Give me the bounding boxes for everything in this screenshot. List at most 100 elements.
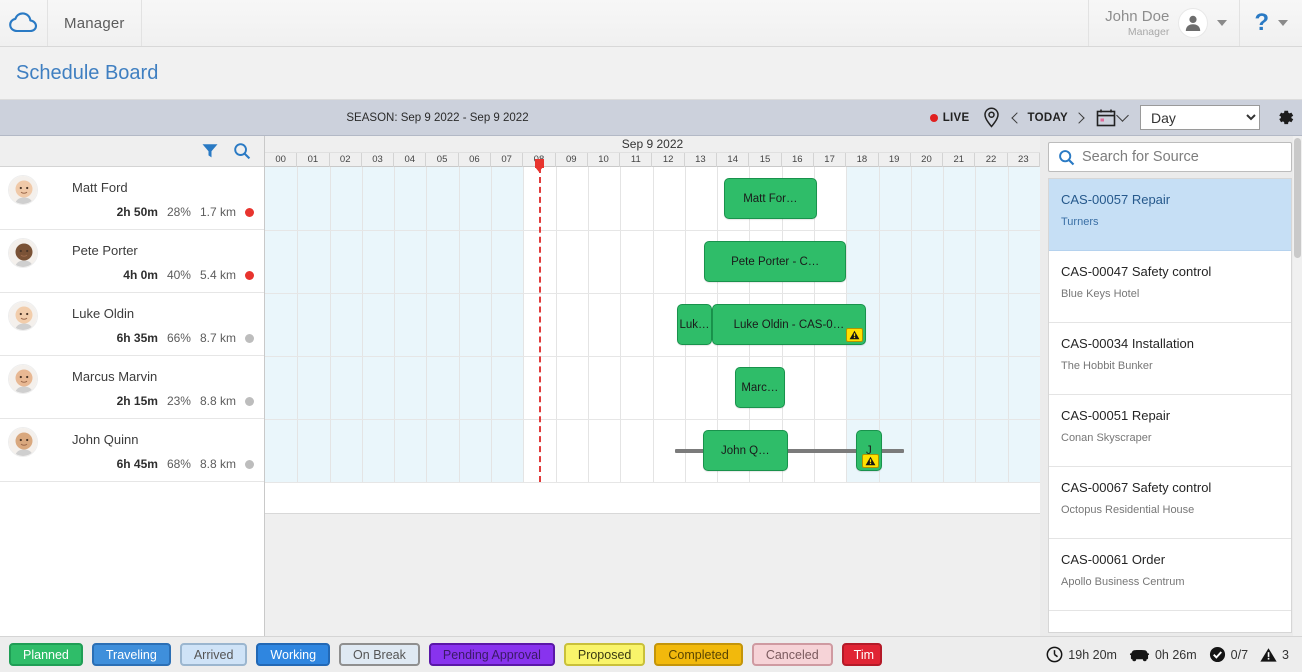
source-list-item[interactable]: CAS-00067 Safety controlOctopus Resident…	[1049, 467, 1291, 539]
timeline-gridline-vertical	[588, 167, 589, 482]
legend-chip[interactable]: Working	[256, 643, 330, 666]
avatar	[8, 238, 38, 268]
legend-chip-label: Proposed	[578, 648, 632, 662]
timeline-hour-label: 14	[717, 153, 749, 167]
source-scrollbar-thumb[interactable]	[1294, 138, 1301, 258]
car-icon	[1129, 647, 1150, 662]
legend-chip[interactable]: On Break	[339, 643, 420, 666]
status-legend-bar: Planned Traveling Arrived Working On Break Pe…	[0, 636, 1302, 672]
source-list-item[interactable]: CAS-00047 Safety controlBlue Keys Hotel	[1049, 251, 1291, 323]
source-list-item[interactable]: CAS-00057 RepairTurners	[1049, 179, 1291, 251]
booking-block[interactable]: Marc…	[735, 367, 785, 408]
legend-chip[interactable]: Planned	[9, 643, 83, 666]
timeline-hour-label: 22	[975, 153, 1007, 167]
resource-utilization: 68%	[167, 457, 191, 471]
resource-row[interactable]: Pete Porter4h 0m40%5.4 km	[0, 230, 264, 293]
booking-label: Matt For…	[743, 193, 797, 205]
legend-chip-label: Arrived	[194, 648, 234, 662]
topbar-spacer	[142, 0, 1089, 46]
timeline-hour-label: 12	[653, 153, 685, 167]
warning-icon[interactable]	[846, 328, 863, 342]
user-menu[interactable]: John Doe Manager	[1088, 0, 1239, 46]
timeline-hour-label: 15	[749, 153, 781, 167]
help-menu[interactable]: ?	[1239, 0, 1302, 46]
legend-chip[interactable]: Proposed	[564, 643, 646, 666]
chevron-down-icon	[1217, 20, 1227, 26]
timeline-hour-header: 0001020304050607080910111213141516171819…	[265, 153, 1040, 167]
booking-block[interactable]: J	[856, 430, 882, 471]
resource-stats: 6h 35m66%8.7 km	[117, 331, 254, 345]
avatar	[8, 427, 38, 457]
legend-chip[interactable]: Arrived	[180, 643, 248, 666]
today-button[interactable]: TODAY	[1028, 112, 1069, 124]
next-day-button[interactable]	[1073, 112, 1084, 123]
timeline-hour-label: 21	[943, 153, 975, 167]
view-scale-select[interactable]: Day	[1140, 105, 1260, 130]
source-item-list[interactable]: CAS-00057 RepairTurnersCAS-00047 Safety …	[1048, 178, 1292, 633]
timeline-hour-label: 05	[426, 153, 458, 167]
current-time-indicator	[539, 167, 541, 482]
chevron-down-icon	[1116, 109, 1129, 122]
app-module-label[interactable]: Manager	[48, 0, 142, 46]
clock-icon	[1046, 646, 1063, 663]
source-scrollbar[interactable]	[1293, 136, 1302, 636]
legend-chip[interactable]: Pending Approval	[429, 643, 555, 666]
legend-chip-label: Traveling	[106, 648, 157, 662]
legend-chip-label: Tim	[854, 648, 874, 662]
timeline-gridline-vertical	[491, 167, 492, 482]
resource-stats: 6h 45m68%8.8 km	[117, 457, 254, 471]
filter-icon[interactable]	[201, 142, 219, 160]
previous-day-button[interactable]	[1011, 112, 1022, 123]
resource-panel-header	[0, 136, 264, 167]
booking-block[interactable]: John Q…	[703, 430, 789, 471]
manager-label: Manager	[64, 15, 125, 32]
timeline-hour-label: 18	[846, 153, 878, 167]
legend-chip[interactable]: Completed	[654, 643, 742, 666]
warning-icon[interactable]	[862, 454, 879, 468]
season-range-label: SEASON: Sep 9 2022 - Sep 9 2022	[0, 112, 875, 124]
booking-block[interactable]: Luke Oldin - CAS-0…	[712, 304, 865, 345]
source-list-item[interactable]: CAS-00051 RepairConan Skyscraper	[1049, 395, 1291, 467]
summary-metric: 0h 26m	[1129, 647, 1197, 662]
avatar	[8, 364, 38, 394]
summary-metric: 3	[1260, 647, 1289, 663]
source-list-item[interactable]: CAS-00061 OrderApollo Business Centrum	[1049, 539, 1291, 611]
timeline-gridline-vertical	[975, 167, 976, 482]
resource-utilization: 40%	[167, 268, 191, 282]
booking-block[interactable]: Luk…	[677, 304, 713, 345]
gear-icon[interactable]	[1273, 106, 1296, 129]
timeline-hour-label: 16	[782, 153, 814, 167]
legend-chip-label: Canceled	[766, 648, 819, 662]
resource-row[interactable]: Matt Ford2h 50m28%1.7 km	[0, 167, 264, 230]
booking-block[interactable]: Matt For…	[724, 178, 818, 219]
source-item-title: CAS-00061 Order	[1061, 552, 1279, 567]
resource-panel: Matt Ford2h 50m28%1.7 kmPete Porter4h 0m…	[0, 136, 265, 636]
schedule-main-area: Matt Ford2h 50m28%1.7 kmPete Porter4h 0m…	[0, 136, 1302, 636]
schedule-board-app: Manager John Doe Manager ? Schedule Boar…	[0, 0, 1302, 672]
search-icon[interactable]	[233, 142, 251, 160]
source-item-title: CAS-00067 Safety control	[1061, 480, 1279, 495]
summary-metric: 19h 20m	[1046, 646, 1117, 663]
resource-row-list: Matt Ford2h 50m28%1.7 kmPete Porter4h 0m…	[0, 167, 264, 482]
source-search-field[interactable]: Search for Source	[1048, 142, 1292, 172]
legend-chip[interactable]: Canceled	[752, 643, 833, 666]
resource-row[interactable]: Luke Oldin6h 35m66%8.7 km	[0, 293, 264, 356]
avatar	[1178, 8, 1208, 38]
map-pin-icon[interactable]	[983, 107, 1000, 128]
legend-chip[interactable]: Tim	[842, 643, 882, 666]
legend-chip[interactable]: Traveling	[92, 643, 171, 666]
source-item-subtitle: The Hobbit Bunker	[1061, 360, 1279, 372]
timeline-gridline-horizontal	[265, 293, 1040, 294]
resource-status-dot	[245, 208, 254, 217]
booking-block[interactable]: Pete Porter - C…	[704, 241, 846, 282]
resource-duration: 6h 45m	[117, 457, 158, 471]
booking-label: Luk…	[679, 319, 709, 331]
date-navigator: TODAY	[1013, 112, 1084, 124]
resource-row[interactable]: Marcus Marvin2h 15m23%8.8 km	[0, 356, 264, 419]
app-logo[interactable]	[0, 0, 48, 46]
source-list-item[interactable]: CAS-00034 InstallationThe Hobbit Bunker	[1049, 323, 1291, 395]
resource-row[interactable]: John Quinn6h 45m68%8.8 km	[0, 419, 264, 482]
live-toggle[interactable]: LIVE	[930, 112, 970, 124]
resource-duration: 4h 0m	[123, 268, 158, 282]
calendar-picker[interactable]	[1096, 108, 1127, 128]
